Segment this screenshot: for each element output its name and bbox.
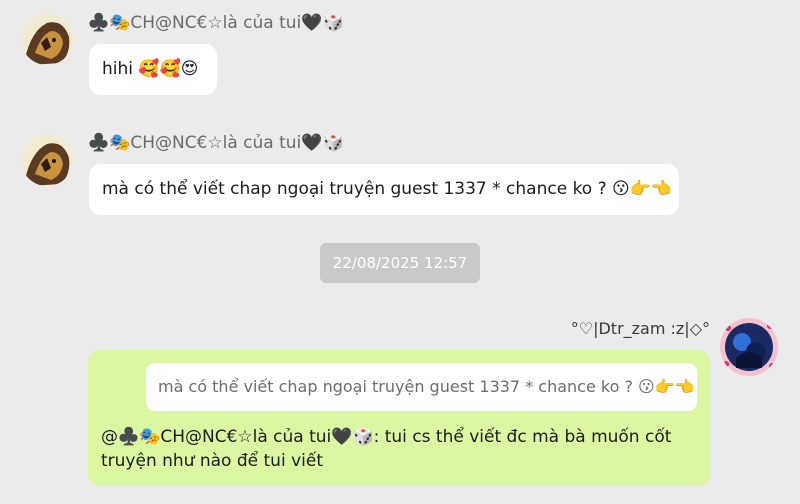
date-separator: 22/08/2025 12:57 [320,243,480,283]
my-sender-name: °♡|Dtr_zam :z|◇° [570,319,710,338]
message-text: mà có thể viết chap ngoại truyện guest 1… [102,179,673,199]
message-bubble[interactable]: hihi 🥰🥰😍 [89,44,217,95]
sender-name: ♣️🎭CH@NC€☆là của tui🖤🎲 [88,133,344,153]
my-message-bubble[interactable]: mà có thể viết chap ngoại truyện guest 1… [88,350,710,486]
sender-name: ♣️🎭CH@NC€☆là của tui🖤🎲 [88,13,344,33]
quoted-message[interactable]: mà có thể viết chap ngoại truyện guest 1… [146,363,697,411]
message-text: hihi 🥰🥰😍 [102,59,199,79]
message-bubble[interactable]: mà có thể viết chap ngoại truyện guest 1… [89,164,679,215]
my-avatar[interactable] [720,318,778,376]
reply-message-text: @♣️🎭CH@NC€☆là của tui🖤🎲: tui cs thể viết… [101,427,672,471]
quoted-message-text: mà có thể viết chap ngoại truyện guest 1… [158,377,695,396]
sender-avatar[interactable] [21,13,73,65]
sender-avatar[interactable] [21,134,73,186]
